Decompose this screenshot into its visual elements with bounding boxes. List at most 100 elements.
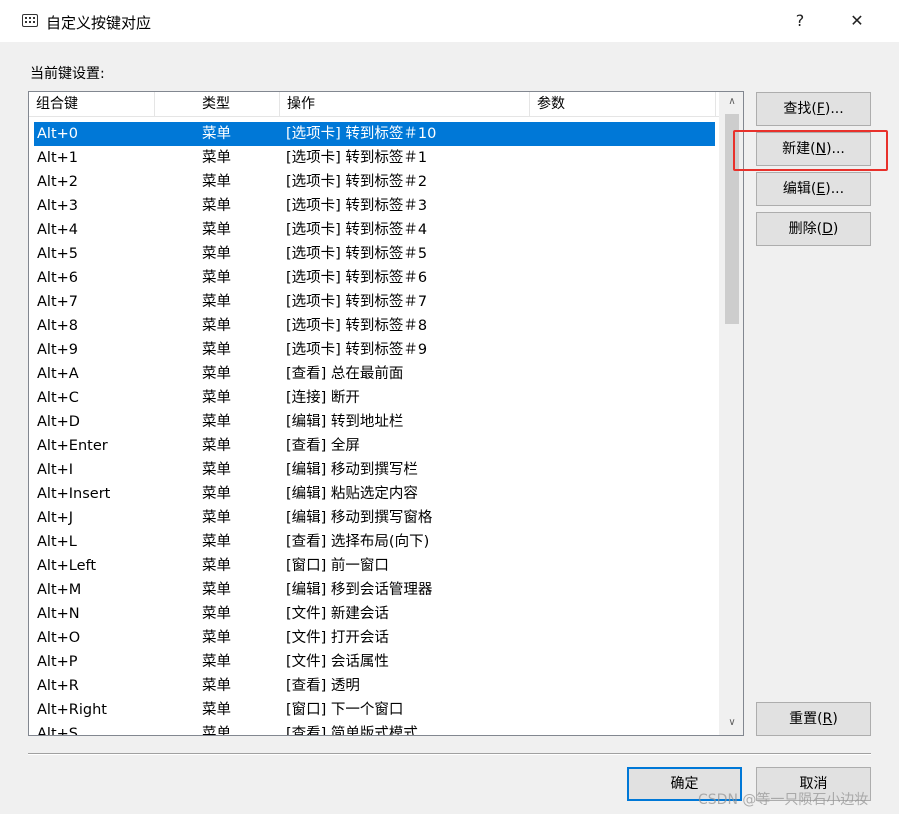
cell-action: [编辑] 移到会话管理器 bbox=[286, 582, 433, 598]
list-header: 组合键 类型 操作 参数 bbox=[29, 92, 720, 117]
cell-type: 菜单 bbox=[202, 126, 231, 142]
cell-key: Alt+R bbox=[37, 678, 79, 694]
cell-type: 菜单 bbox=[202, 366, 231, 382]
table-row[interactable]: Alt+Enter 菜单 [查看] 全屏 bbox=[34, 434, 715, 458]
cell-action: [查看] 全屏 bbox=[286, 438, 360, 454]
cell-key: Alt+8 bbox=[37, 318, 79, 334]
cell-action: [文件] 打开会话 bbox=[286, 630, 389, 646]
cell-type: 菜单 bbox=[202, 678, 231, 694]
table-row[interactable]: Alt+Left 菜单 [窗口] 前一窗口 bbox=[34, 554, 715, 578]
table-row[interactable]: Alt+S 菜单 [查看] 简单版式模式 bbox=[34, 722, 715, 736]
cell-action: [窗口] 下一个窗口 bbox=[286, 702, 404, 718]
table-row[interactable]: Alt+C 菜单 [连接] 断开 bbox=[34, 386, 715, 410]
cell-type: 菜单 bbox=[202, 534, 231, 550]
scroll-up-icon[interactable]: ∧ bbox=[720, 92, 743, 112]
cell-key: Alt+N bbox=[37, 606, 80, 622]
cell-action: [连接] 断开 bbox=[286, 390, 360, 406]
cell-action: [查看] 简单版式模式 bbox=[286, 726, 418, 736]
cell-key: Alt+S bbox=[37, 726, 78, 736]
cell-type: 菜单 bbox=[202, 558, 231, 574]
table-row[interactable]: Alt+4 菜单 [选项卡] 转到标签＃4 bbox=[34, 218, 715, 242]
cell-key: Alt+M bbox=[37, 582, 82, 598]
column-header-type[interactable]: 类型 bbox=[155, 92, 280, 117]
cell-action: [选项卡] 转到标签＃2 bbox=[286, 174, 428, 190]
cell-type: 菜单 bbox=[202, 630, 231, 646]
table-row[interactable]: Alt+J 菜单 [编辑] 移动到撰写窗格 bbox=[34, 506, 715, 530]
cell-type: 菜单 bbox=[202, 438, 231, 454]
cell-action: [查看] 总在最前面 bbox=[286, 366, 404, 382]
help-button[interactable]: ? bbox=[785, 8, 815, 34]
cell-key: Alt+2 bbox=[37, 174, 79, 190]
cell-key: Alt+Left bbox=[37, 558, 97, 574]
cell-key: Alt+1 bbox=[37, 150, 79, 166]
cell-action: [选项卡] 转到标签＃9 bbox=[286, 342, 428, 358]
cell-action: [选项卡] 转到标签＃8 bbox=[286, 318, 428, 334]
cell-key: Alt+3 bbox=[37, 198, 79, 214]
cell-action: [选项卡] 转到标签＃10 bbox=[286, 126, 437, 142]
table-row[interactable]: Alt+A 菜单 [查看] 总在最前面 bbox=[34, 362, 715, 386]
cell-type: 菜单 bbox=[202, 654, 231, 670]
cell-key: Alt+4 bbox=[37, 222, 79, 238]
table-row[interactable]: Alt+I 菜单 [编辑] 移动到撰写栏 bbox=[34, 458, 715, 482]
cell-key: Alt+Insert bbox=[37, 486, 111, 502]
column-header-key[interactable]: 组合键 bbox=[29, 92, 155, 117]
table-row[interactable]: Alt+L 菜单 [查看] 选择布局(向下) bbox=[34, 530, 715, 554]
cell-type: 菜单 bbox=[202, 294, 231, 310]
column-header-action[interactable]: 操作 bbox=[280, 92, 530, 117]
table-row[interactable]: Alt+3 菜单 [选项卡] 转到标签＃3 bbox=[34, 194, 715, 218]
table-row[interactable]: Alt+P 菜单 [文件] 会话属性 bbox=[34, 650, 715, 674]
table-row[interactable]: Alt+1 菜单 [选项卡] 转到标签＃1 bbox=[34, 146, 715, 170]
cell-key: Alt+Right bbox=[37, 702, 107, 718]
key-mapping-list[interactable]: 组合键 类型 操作 参数 Alt+0 菜单 [选项卡] 转到标签＃10 Alt+1 菜单… bbox=[28, 91, 744, 736]
keyboard-icon bbox=[22, 14, 38, 27]
cell-action: [文件] 新建会话 bbox=[286, 606, 389, 622]
edit-button[interactable]: 编辑(E)... bbox=[756, 172, 871, 206]
cell-key: Alt+7 bbox=[37, 294, 79, 310]
table-row[interactable]: Alt+0 菜单 [选项卡] 转到标签＃10 bbox=[34, 122, 715, 146]
cell-type: 菜单 bbox=[202, 390, 231, 406]
table-row[interactable]: Alt+D 菜单 [编辑] 转到地址栏 bbox=[34, 410, 715, 434]
cell-key: Alt+Enter bbox=[37, 438, 108, 454]
list-body: Alt+0 菜单 [选项卡] 转到标签＃10 Alt+1 菜单 [选项卡] 转到标签＃1 A… bbox=[29, 118, 720, 736]
table-row[interactable]: Alt+6 菜单 [选项卡] 转到标签＃6 bbox=[34, 266, 715, 290]
column-header-param[interactable]: 参数 bbox=[530, 92, 716, 117]
title-bar: 自定义按键对应 ? ✕ bbox=[0, 0, 899, 42]
table-row[interactable]: Alt+R 菜单 [查看] 透明 bbox=[34, 674, 715, 698]
cell-action: [选项卡] 转到标签＃3 bbox=[286, 198, 428, 214]
close-button[interactable]: ✕ bbox=[842, 8, 872, 34]
reset-button[interactable]: 重置(R) bbox=[756, 702, 871, 736]
table-row[interactable]: Alt+O 菜单 [文件] 打开会话 bbox=[34, 626, 715, 650]
cell-key: Alt+9 bbox=[37, 342, 79, 358]
scroll-down-icon[interactable]: ∨ bbox=[720, 713, 743, 733]
cell-action: [文件] 会话属性 bbox=[286, 654, 389, 670]
vertical-scrollbar[interactable]: ∧ ∨ bbox=[719, 92, 743, 735]
cell-action: [选项卡] 转到标签＃1 bbox=[286, 150, 428, 166]
table-row[interactable]: Alt+9 菜单 [选项卡] 转到标签＃9 bbox=[34, 338, 715, 362]
table-row[interactable]: Alt+Insert 菜单 [编辑] 粘贴选定内容 bbox=[34, 482, 715, 506]
cell-key: Alt+A bbox=[37, 366, 79, 382]
table-row[interactable]: Alt+2 菜单 [选项卡] 转到标签＃2 bbox=[34, 170, 715, 194]
delete-button[interactable]: 删除(D) bbox=[756, 212, 871, 246]
cell-action: [选项卡] 转到标签＃6 bbox=[286, 270, 428, 286]
table-row[interactable]: Alt+Right 菜单 [窗口] 下一个窗口 bbox=[34, 698, 715, 722]
cell-key: Alt+D bbox=[37, 414, 80, 430]
table-row[interactable]: Alt+7 菜单 [选项卡] 转到标签＃7 bbox=[34, 290, 715, 314]
cell-action: [选项卡] 转到标签＃4 bbox=[286, 222, 428, 238]
cell-action: [窗口] 前一窗口 bbox=[286, 558, 389, 574]
cell-type: 菜单 bbox=[202, 174, 231, 190]
find-button[interactable]: 查找(F)... bbox=[756, 92, 871, 126]
table-row[interactable]: Alt+8 菜单 [选项卡] 转到标签＃8 bbox=[34, 314, 715, 338]
cell-type: 菜单 bbox=[202, 222, 231, 238]
new-button-highlight-box bbox=[733, 130, 888, 171]
cell-action: [编辑] 粘贴选定内容 bbox=[286, 486, 418, 502]
table-row[interactable]: Alt+M 菜单 [编辑] 移到会话管理器 bbox=[34, 578, 715, 602]
cell-type: 菜单 bbox=[202, 318, 231, 334]
cell-key: Alt+O bbox=[37, 630, 81, 646]
cell-type: 菜单 bbox=[202, 510, 231, 526]
cell-type: 菜单 bbox=[202, 486, 231, 502]
table-row[interactable]: Alt+5 菜单 [选项卡] 转到标签＃5 bbox=[34, 242, 715, 266]
cell-type: 菜单 bbox=[202, 582, 231, 598]
table-row[interactable]: Alt+N 菜单 [文件] 新建会话 bbox=[34, 602, 715, 626]
cell-action: [查看] 透明 bbox=[286, 678, 360, 694]
cell-type: 菜单 bbox=[202, 150, 231, 166]
